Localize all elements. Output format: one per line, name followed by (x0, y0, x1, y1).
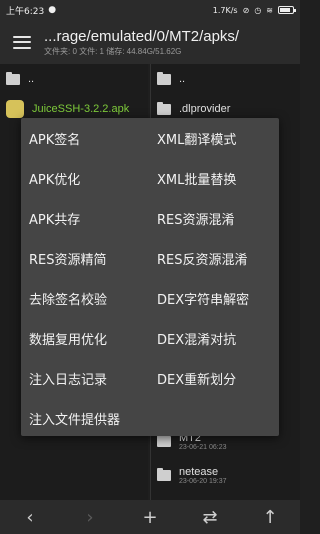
apk-icon (6, 100, 24, 118)
status-bar: 上午6:23 ● 1.7K/s ⊘ ◷ ≋ (0, 0, 300, 20)
menu-item-apk-optimize[interactable]: APK优化 (21, 158, 151, 198)
path-display[interactable]: ...rage/emulated/0/MT2/apks/ 文件夹: 0 文件: … (44, 28, 300, 57)
folder-icon (157, 101, 171, 115)
mute-icon: ⊘ (242, 5, 250, 15)
storage-info: 文件夹: 0 文件: 1 储存: 44.84G/51.62G (44, 46, 182, 56)
list-item[interactable]: netease 23-06-20 19:37 (151, 458, 300, 492)
folder-name: netease (179, 465, 219, 478)
forward-icon[interactable]: › (70, 507, 110, 528)
file-name: JuiceSSH-3.2.2.apk (32, 103, 130, 115)
menu-item-dex-string-decrypt[interactable]: DEX字符串解密 (151, 278, 279, 318)
menu-item-data-reuse-optimize[interactable]: 数据复用优化 (21, 318, 151, 358)
menu-item-res-deobfuscate[interactable]: RES反资源混淆 (151, 238, 279, 278)
folder-icon (157, 71, 171, 85)
chat-icon: ● (48, 5, 57, 15)
folder-date: 23-06-20 19:37 (179, 477, 227, 485)
parent-dir-label: .. (28, 73, 35, 85)
menu-item-dex-repartition[interactable]: DEX重新划分 (151, 358, 279, 398)
folder-date: 23-06-21 06:23 (179, 443, 227, 451)
folder-icon (6, 71, 20, 85)
network-speed: 1.7K/s (212, 5, 238, 15)
menu-item-xml-batch-replace[interactable]: XML批量替换 (151, 158, 279, 198)
swap-icon[interactable]: ⇄ (190, 507, 230, 528)
parent-dir-label: .. (179, 73, 186, 85)
current-path: ...rage/emulated/0/MT2/apks/ (44, 27, 240, 45)
back-icon[interactable]: ‹ (10, 507, 50, 528)
folder-icon (157, 433, 171, 447)
menu-item-apk-sign[interactable]: APK签名 (21, 118, 151, 158)
menu-button[interactable] (0, 20, 44, 64)
menu-item-res-shrink[interactable]: RES资源精简 (21, 238, 151, 278)
toolbar: ...rage/emulated/0/MT2/apks/ 文件夹: 0 文件: … (0, 20, 300, 64)
context-menu: APK签名 XML翻译模式 APK优化 XML批量替换 APK共存 RES资源混… (21, 118, 279, 436)
folder-name: .dlprovider (179, 103, 231, 115)
menu-item-inject-log[interactable]: 注入日志记录 (21, 358, 151, 398)
status-time: 上午6:23 (6, 6, 45, 17)
up-icon[interactable]: ↑ (250, 507, 290, 528)
parent-dir-row[interactable]: .. (151, 64, 300, 94)
add-icon[interactable]: + (130, 507, 170, 528)
menu-item-xml-translate[interactable]: XML翻译模式 (151, 118, 279, 158)
menu-item-remove-sign-check[interactable]: 去除签名校验 (21, 278, 151, 318)
alarm-icon: ◷ (254, 5, 262, 15)
hamburger-icon (13, 35, 31, 49)
menu-item-res-obfuscate[interactable]: RES资源混淆 (151, 198, 279, 238)
folder-icon (157, 467, 171, 481)
parent-dir-row[interactable]: .. (0, 64, 148, 94)
menu-item-apk-coexist[interactable]: APK共存 (21, 198, 151, 238)
wifi-icon: ≋ (266, 5, 273, 15)
menu-item-inject-file-provider[interactable]: 注入文件提供器 (21, 398, 151, 438)
bottom-bar: ‹ › + ⇄ ↑ (0, 500, 300, 534)
menu-item-dex-anti-obfuscate[interactable]: DEX混淆对抗 (151, 318, 279, 358)
battery-icon (278, 6, 296, 14)
